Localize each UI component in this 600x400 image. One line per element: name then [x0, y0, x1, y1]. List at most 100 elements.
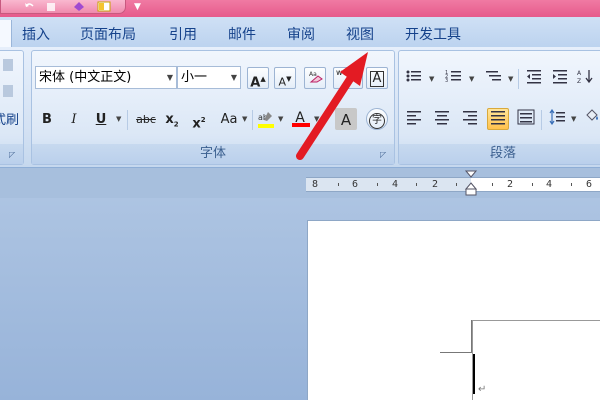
customize-qat-icon[interactable]: ▼: [134, 2, 141, 12]
font-size-combo[interactable]: 小一 ▼: [177, 66, 241, 89]
tab-page-layout[interactable]: 页面布局: [80, 24, 136, 44]
bold-button[interactable]: B: [36, 108, 58, 130]
justify-button[interactable]: [487, 108, 509, 130]
highlight-dropdown-icon[interactable]: ▼: [278, 115, 283, 123]
redo-icon[interactable]: [45, 1, 57, 12]
line-spacing-dropdown-icon[interactable]: ▼: [571, 115, 576, 123]
svg-text:A: A: [577, 70, 582, 77]
bullets-button[interactable]: [403, 67, 425, 89]
sort-icon: AZ: [577, 70, 593, 85]
separator: [252, 110, 253, 130]
title-bar: ▼: [0, 0, 600, 17]
clipboard-launcher-icon[interactable]: ◸: [9, 150, 19, 160]
clipboard-copy-icon[interactable]: [3, 85, 13, 97]
underline-dropdown-icon[interactable]: ▼: [116, 115, 121, 123]
ruler-tick: 4: [392, 179, 399, 190]
char-shading-icon: A: [340, 111, 352, 129]
sort-button[interactable]: AZ: [575, 67, 597, 89]
tab-references[interactable]: 引用: [169, 24, 197, 44]
tab-insert[interactable]: 插入: [22, 24, 50, 44]
distributed-button[interactable]: [515, 108, 537, 130]
font-color-bar: [292, 123, 310, 127]
tab-mailings[interactable]: 邮件: [228, 24, 256, 44]
clipboard-group: 式刷 ◸: [0, 50, 24, 165]
phonetic-guide-icon: wén: [336, 68, 353, 77]
font-color-button[interactable]: A: [289, 106, 311, 128]
char-border-button[interactable]: A: [366, 67, 388, 89]
font-dialog-launcher-icon[interactable]: ◸: [380, 150, 390, 160]
superscript-button[interactable]: x2: [188, 108, 210, 132]
change-case-icon: Aa: [220, 112, 238, 127]
numbering-dropdown-icon[interactable]: ▼: [469, 75, 474, 83]
separator: [518, 69, 519, 89]
clear-format-button[interactable]: Aa: [304, 67, 326, 89]
text-boundary: [472, 320, 600, 400]
italic-icon: I: [71, 112, 77, 127]
ruler-mark: [338, 183, 339, 186]
enclose-char-button[interactable]: 字: [366, 108, 388, 130]
table-icon[interactable]: [97, 1, 111, 12]
superscript-icon: x: [192, 116, 201, 132]
horizontal-ruler[interactable]: 8 6 4 2 2 4 6: [306, 177, 600, 192]
enclose-char-icon: 字: [369, 113, 385, 129]
grow-font-button[interactable]: A▲: [247, 67, 269, 90]
multilevel-list-button[interactable]: [483, 67, 505, 89]
highlighter-icon: ab: [258, 112, 274, 128]
align-center-button[interactable]: [431, 108, 453, 130]
align-right-icon: [463, 111, 477, 125]
align-right-button[interactable]: [459, 108, 481, 130]
decrease-indent-button[interactable]: [523, 67, 545, 89]
multilevel-dropdown-icon[interactable]: ▼: [508, 75, 513, 83]
increase-indent-button[interactable]: [549, 67, 571, 89]
ruler-tick: 6: [586, 179, 593, 190]
chevron-down-icon[interactable]: ▼: [167, 67, 173, 88]
font-group-label: 字体: [32, 144, 394, 164]
separator: [541, 110, 542, 130]
strikethrough-button[interactable]: abc: [133, 108, 159, 130]
ruler-mark: [492, 183, 493, 186]
phonetic-guide-button[interactable]: wén: [333, 67, 363, 89]
chevron-down-icon[interactable]: ▼: [231, 67, 237, 88]
bullets-dropdown-icon[interactable]: ▼: [429, 75, 434, 83]
increase-indent-icon: [553, 70, 567, 84]
subscript-mark: 2: [173, 120, 179, 129]
svg-text:3: 3: [445, 78, 448, 84]
ribbon: 式刷 ◸ 宋体 (中文正文) ▼ 小一 ▼ A▲ A▼ Aa wén A B I…: [0, 47, 600, 168]
clipboard-cut-icon[interactable]: [3, 59, 13, 71]
tab-review[interactable]: 审阅: [287, 24, 315, 44]
font-name-combo[interactable]: 宋体 (中文正文) ▼: [35, 66, 177, 89]
ruler-mark: [571, 183, 572, 186]
highlight-button[interactable]: ab: [255, 108, 277, 130]
underline-button[interactable]: U: [90, 108, 112, 130]
font-color-dropdown-icon[interactable]: ▼: [314, 115, 319, 123]
format-painter-label[interactable]: 式刷: [0, 109, 19, 128]
italic-button[interactable]: I: [63, 108, 85, 130]
font-name-value: 宋体 (中文正文): [39, 70, 132, 85]
shading-button[interactable]: [581, 108, 600, 130]
svg-text:Aa: Aa: [309, 71, 317, 78]
char-shading-button[interactable]: A: [335, 108, 357, 130]
font-size-value: 小一: [181, 70, 208, 85]
ruler-tick: 2: [507, 179, 514, 190]
shrink-font-button[interactable]: A▼: [274, 67, 296, 89]
subscript-button[interactable]: x2: [161, 108, 183, 130]
undo-icon[interactable]: [23, 1, 35, 12]
ruler-mark: [532, 183, 533, 186]
underline-icon: U: [95, 112, 107, 127]
format-icon[interactable]: [73, 1, 85, 12]
change-case-button[interactable]: Aa: [216, 108, 242, 130]
ruler-mark: [416, 183, 417, 186]
tab-view[interactable]: 视图: [346, 24, 374, 44]
align-left-button[interactable]: [403, 108, 425, 130]
indent-marker-icon[interactable]: [465, 170, 477, 196]
ruler-area: 8 6 4 2 2 4 6: [0, 168, 600, 198]
active-tab-home[interactable]: [0, 20, 12, 47]
paragraph-mark-icon: ↵: [478, 384, 487, 395]
decrease-indent-icon: [527, 70, 541, 84]
line-spacing-button[interactable]: [547, 108, 569, 130]
tab-developer[interactable]: 开发工具: [405, 24, 461, 44]
ruler-tick: 2: [432, 179, 439, 190]
change-case-dropdown-icon[interactable]: ▼: [242, 115, 247, 123]
numbering-button[interactable]: 123: [443, 67, 465, 89]
align-center-icon: [435, 111, 449, 125]
